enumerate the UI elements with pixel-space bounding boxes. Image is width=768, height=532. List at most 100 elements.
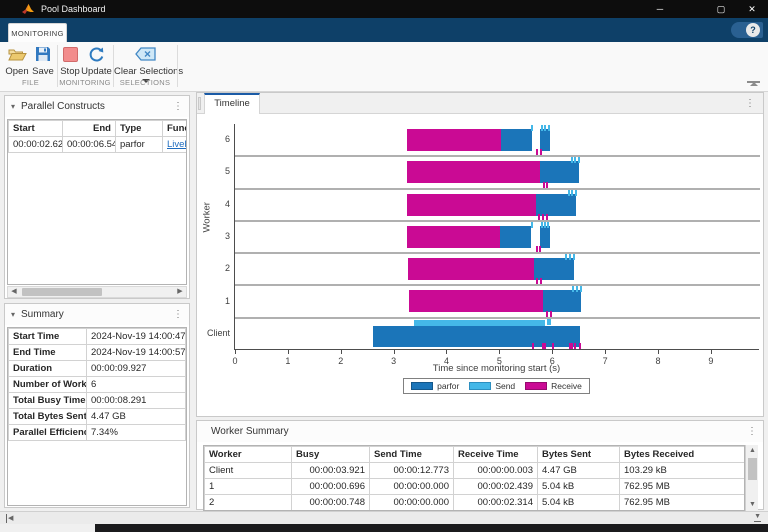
chart-bar-receive[interactable]: [407, 161, 541, 183]
chart-bar-parfor[interactable]: [536, 194, 576, 216]
table-cell: 5.04 kB: [538, 495, 620, 511]
table-row[interactable]: 00:00:02.62400:00:06.546parforLiveEdi: [9, 137, 187, 153]
tab-monitoring[interactable]: MONITORING: [8, 23, 67, 42]
column-header[interactable]: Function: [163, 121, 187, 137]
grid-line: [235, 252, 760, 254]
collapse-panel-icon[interactable]: ▾: [11, 102, 15, 111]
worker-summary-panel: Worker Summary ⋮ WorkerBusySend TimeRece…: [196, 420, 764, 510]
send-tick: [573, 254, 575, 260]
grid-line: [235, 155, 760, 157]
chart-bar-receive[interactable]: [407, 226, 501, 248]
maximize-button[interactable]: ▢: [706, 0, 736, 18]
group-label-selections: SELECTIONS: [113, 78, 177, 87]
tab-timeline[interactable]: Timeline: [204, 93, 260, 114]
column-header[interactable]: Start: [9, 121, 63, 137]
x-tick-mark: [711, 350, 712, 354]
send-tick: [576, 286, 578, 292]
splitter-handle[interactable]: [198, 97, 201, 110]
panel-menu-icon[interactable]: ⋮: [173, 310, 183, 320]
stop-button[interactable]: Stop: [58, 44, 82, 77]
update-button[interactable]: Update: [80, 44, 113, 77]
chart-bar-parfor[interactable]: [540, 226, 550, 248]
table-row: End Time2024-Nov-19 14:00:57.458: [9, 345, 186, 361]
chart-bar-send[interactable]: [414, 320, 545, 326]
scroll-down-icon[interactable]: ▼: [746, 499, 759, 511]
chart-bar-receive[interactable]: [408, 258, 535, 280]
table-cell: 2: [205, 495, 292, 511]
scroll-right-icon[interactable]: ▶: [174, 287, 186, 297]
y-tick-label: 4: [197, 199, 230, 209]
panel-menu-icon[interactable]: ⋮: [173, 102, 183, 112]
chart-bar-parfor[interactable]: [373, 326, 580, 347]
scrollbar-thumb[interactable]: [748, 458, 757, 480]
scroll-up-icon[interactable]: ▲: [746, 445, 759, 457]
table-cell: 00:00:02.439: [454, 479, 538, 495]
help-button[interactable]: ?: [731, 22, 763, 38]
chart-bar-parfor[interactable]: [534, 258, 574, 280]
column-header[interactable]: End: [63, 121, 116, 137]
table-cell: 00:00:00.748: [292, 495, 370, 511]
summary-value: 2024-Nov-19 14:00:57.458: [87, 345, 186, 361]
panel-menu-icon[interactable]: ⋮: [745, 98, 755, 109]
chart-bar-parfor[interactable]: [501, 129, 532, 151]
send-tick: [578, 157, 580, 163]
x-tick-mark: [658, 350, 659, 354]
table-row[interactable]: 100:00:00.69600:00:00.00000:00:02.4395.0…: [205, 479, 746, 495]
parallel-constructs-table: Start End Type Function 00:00:02.62400:0…: [8, 120, 187, 153]
table-row[interactable]: 200:00:00.74800:00:00.00000:00:02.3145.0…: [205, 495, 746, 511]
collapse-ribbon-icon[interactable]: [747, 81, 760, 89]
column-header[interactable]: Bytes Sent: [538, 447, 620, 463]
chart-bar-receive[interactable]: [409, 290, 544, 312]
save-button[interactable]: Save: [30, 44, 56, 77]
column-header[interactable]: Busy: [292, 447, 370, 463]
timeline-chart: 0123456789: [234, 124, 759, 350]
send-tick: [569, 254, 571, 260]
table-row[interactable]: Client00:00:03.92100:00:12.77300:00:00.0…: [205, 463, 746, 479]
collapse-bottom-panel-icon[interactable]: ▼: [754, 513, 761, 522]
x-axis-title: Time since monitoring start (s): [234, 363, 759, 374]
grid-line: [235, 188, 760, 190]
send-tick: [544, 222, 546, 228]
collapse-panel-icon[interactable]: ▾: [11, 310, 15, 319]
horizontal-scrollbar[interactable]: ◀ ▶: [7, 286, 187, 298]
summary-value: 2024-Nov-19 14:00:47.531: [87, 329, 186, 345]
receive-tick: [544, 343, 546, 349]
table-header-row: WorkerBusySend TimeReceive TimeBytes Sen…: [205, 447, 746, 463]
send-tick: [548, 125, 550, 131]
chart-bar-receive[interactable]: [407, 129, 501, 151]
panel-title: Summary: [21, 309, 173, 320]
panel-menu-icon[interactable]: ⋮: [747, 427, 757, 437]
x-tick-mark: [499, 350, 500, 354]
panel-title: Worker Summary: [203, 426, 747, 437]
legend-item: parfor: [411, 381, 459, 391]
panel-title: Parallel Constructs: [21, 101, 173, 112]
send-tick: [565, 254, 567, 260]
minimize-button[interactable]: ─: [645, 0, 675, 18]
chart-bar-parfor[interactable]: [500, 226, 531, 248]
close-button[interactable]: ✕: [737, 0, 767, 18]
chart-bar-parfor[interactable]: [543, 290, 581, 312]
receive-tick: [552, 343, 554, 349]
column-header[interactable]: Bytes Received: [620, 447, 746, 463]
open-button[interactable]: Open: [4, 44, 30, 77]
scroll-left-icon[interactable]: ◀: [8, 287, 20, 297]
legend-swatch: [411, 382, 433, 390]
receive-tick: [546, 214, 548, 220]
chart-bar-parfor[interactable]: [540, 129, 550, 151]
vertical-scrollbar[interactable]: ▲ ▼: [745, 445, 758, 511]
column-header[interactable]: Type: [116, 121, 163, 137]
function-link[interactable]: LiveEdi: [167, 139, 187, 150]
summary-label: Total Bytes Sent: [9, 409, 87, 425]
summary-label: End Time: [9, 345, 87, 361]
column-header[interactable]: Receive Time: [454, 447, 538, 463]
send-tick: [541, 222, 543, 228]
column-header[interactable]: Send Time: [370, 447, 454, 463]
column-header[interactable]: Worker: [205, 447, 292, 463]
x-tick-mark: [394, 350, 395, 354]
collapse-left-panel-icon[interactable]: ◀: [6, 514, 13, 523]
chart-bar-receive[interactable]: [407, 194, 537, 216]
chart-bar-parfor[interactable]: [540, 161, 580, 183]
table-cell: 00:00:00.003: [454, 463, 538, 479]
scrollbar-thumb[interactable]: [22, 288, 102, 296]
legend-label: Receive: [551, 381, 582, 391]
